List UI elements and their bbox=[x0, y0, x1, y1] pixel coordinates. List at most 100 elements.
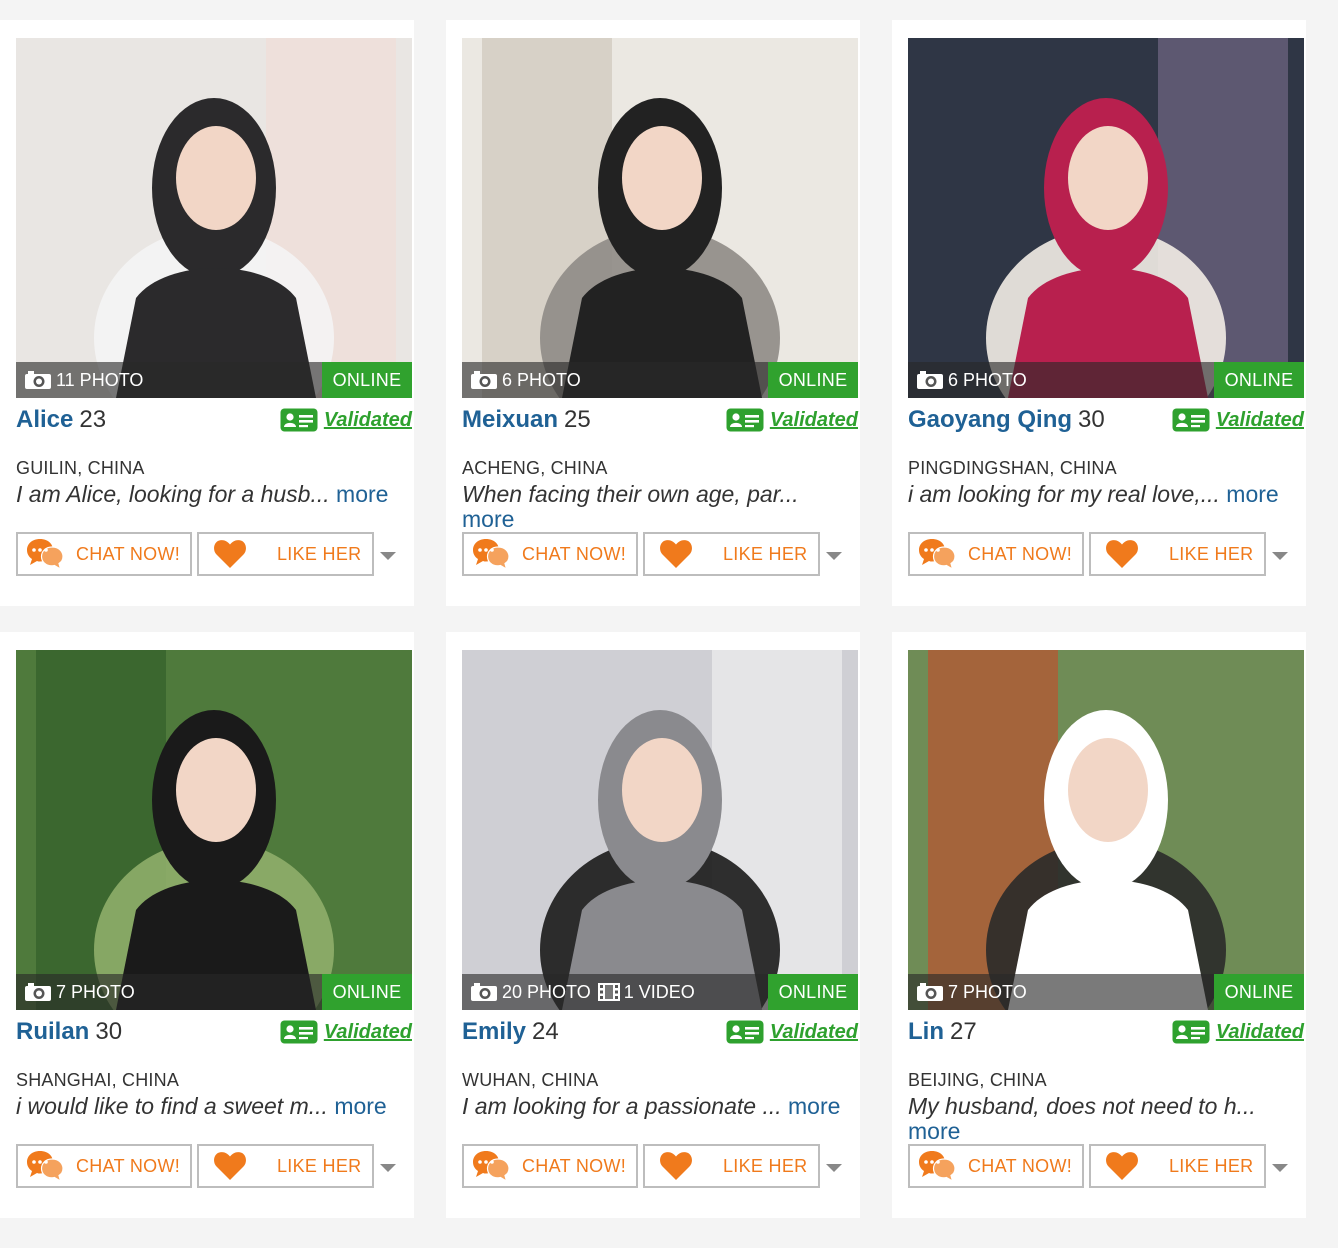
profile-name-link[interactable]: Gaoyang Qing bbox=[908, 406, 1072, 433]
caret-down-icon[interactable] bbox=[1272, 552, 1288, 560]
online-status-badge: ONLINE bbox=[1214, 974, 1304, 1010]
profile-description: When facing their own age, par... more bbox=[462, 482, 858, 532]
chat-now-button[interactable]: CHAT NOW! bbox=[16, 532, 192, 576]
description-text: I am Alice, looking for a husb... bbox=[16, 481, 330, 507]
profile-card: 11 PHOTO ONLINE Alice 23 Validated GUILI… bbox=[0, 20, 414, 606]
profile-photo-image[interactable] bbox=[462, 650, 858, 1010]
like-her-label: LIKE HER bbox=[723, 543, 808, 564]
more-link[interactable]: more bbox=[336, 481, 388, 507]
camera-icon bbox=[917, 983, 943, 1001]
chat-now-button[interactable]: CHAT NOW! bbox=[908, 1144, 1084, 1188]
like-her-button[interactable]: LIKE HER bbox=[643, 1144, 820, 1188]
profile-card: 6 PHOTO ONLINE Gaoyang Qing30 Validated bbox=[892, 20, 1306, 606]
profile-age: 25 bbox=[564, 406, 591, 433]
heart-icon bbox=[214, 540, 246, 568]
more-link[interactable]: more bbox=[908, 1119, 1304, 1144]
validated-text[interactable]: Validated bbox=[324, 409, 412, 432]
profile-location: BEIJING, CHINA bbox=[908, 1070, 1047, 1090]
caret-down-icon[interactable] bbox=[826, 1164, 842, 1172]
profile-photo[interactable]: 20 PHOTO 1 VIDEO ONLINE bbox=[462, 650, 858, 1010]
profile-name-link[interactable]: Meixuan bbox=[462, 406, 558, 433]
profile-description: i am looking for my real love,... more bbox=[908, 482, 1304, 507]
profile-photo-image[interactable] bbox=[16, 650, 412, 1010]
chat-now-button[interactable]: CHAT NOW! bbox=[462, 1144, 638, 1188]
caret-down-icon[interactable] bbox=[826, 552, 842, 560]
more-link[interactable]: more bbox=[1226, 481, 1278, 507]
like-her-button[interactable]: LIKE HER bbox=[197, 532, 374, 576]
validated-badge[interactable]: Validated bbox=[1172, 408, 1304, 432]
caret-down-icon[interactable] bbox=[380, 1164, 396, 1172]
like-her-button[interactable]: LIKE HER bbox=[197, 1144, 374, 1188]
validated-badge[interactable]: Validated bbox=[280, 408, 412, 432]
profile-name-link[interactable]: Emily bbox=[462, 1018, 526, 1045]
profile-photo[interactable]: 7 PHOTO ONLINE bbox=[908, 650, 1304, 1010]
profile-photo[interactable]: 6 PHOTO ONLINE bbox=[908, 38, 1304, 398]
online-status-badge: ONLINE bbox=[768, 362, 858, 398]
camera-icon bbox=[25, 371, 51, 389]
caret-down-icon[interactable] bbox=[380, 552, 396, 560]
profile-age: 30 bbox=[95, 1018, 123, 1045]
validated-text[interactable]: Validated bbox=[770, 1021, 858, 1044]
more-link[interactable]: more bbox=[462, 507, 858, 532]
validated-text[interactable]: Validated bbox=[1216, 1021, 1304, 1044]
camera-icon bbox=[471, 983, 497, 1001]
media-count: 6 PHOTO bbox=[470, 362, 581, 398]
like-her-button[interactable]: LIKE HER bbox=[1089, 532, 1266, 576]
photo-info-bar: 6 PHOTO ONLINE bbox=[908, 362, 1304, 398]
profile-name-link[interactable]: Lin bbox=[908, 1018, 944, 1045]
profile-location: GUILIN, CHINA bbox=[16, 458, 145, 478]
validated-badge[interactable]: Validated bbox=[726, 408, 858, 432]
profile-card: 7 PHOTO ONLINE Ruilan 30 Validated SHANG… bbox=[0, 632, 414, 1218]
name-row: Gaoyang Qing 30 Validated bbox=[908, 406, 1304, 436]
chat-bubble-icon bbox=[27, 539, 64, 571]
online-status-badge: ONLINE bbox=[1214, 362, 1304, 398]
validated-badge[interactable]: Validated bbox=[1172, 1020, 1304, 1044]
description-text: When facing their own age, par... bbox=[462, 481, 799, 507]
id-card-icon bbox=[280, 1020, 318, 1044]
id-card-icon bbox=[1172, 408, 1210, 432]
online-status-badge: ONLINE bbox=[768, 974, 858, 1010]
chat-now-label: CHAT NOW! bbox=[76, 543, 181, 564]
more-link[interactable]: more bbox=[788, 1093, 840, 1119]
chat-bubble-icon bbox=[27, 1151, 64, 1183]
media-count: 6 PHOTO bbox=[916, 362, 1027, 398]
validated-badge[interactable]: Validated bbox=[280, 1020, 412, 1044]
chat-now-button[interactable]: CHAT NOW! bbox=[16, 1144, 192, 1188]
profile-photo[interactable]: 7 PHOTO ONLINE bbox=[16, 650, 412, 1010]
chat-bubble-icon bbox=[473, 539, 510, 571]
profile-photo[interactable]: 11 PHOTO ONLINE bbox=[16, 38, 412, 398]
like-her-button[interactable]: LIKE HER bbox=[643, 532, 820, 576]
photo-info-bar: 20 PHOTO 1 VIDEO ONLINE bbox=[462, 974, 858, 1010]
photo-count: 20 PHOTO bbox=[502, 981, 591, 1002]
more-link[interactable]: more bbox=[334, 1093, 386, 1119]
like-her-label: LIKE HER bbox=[277, 1155, 362, 1176]
photo-info-bar: 6 PHOTO ONLINE bbox=[462, 362, 858, 398]
profile-photo-image[interactable] bbox=[462, 38, 858, 398]
online-status-badge: ONLINE bbox=[322, 362, 412, 398]
validated-text[interactable]: Validated bbox=[770, 409, 858, 432]
chat-now-button[interactable]: CHAT NOW! bbox=[908, 532, 1084, 576]
chat-bubble-icon bbox=[919, 539, 956, 571]
profile-age: 23 bbox=[79, 406, 107, 433]
profile-photo[interactable]: 6 PHOTO ONLINE bbox=[462, 38, 858, 398]
camera-icon bbox=[471, 371, 497, 389]
description-text: i would like to find a sweet m... bbox=[16, 1093, 328, 1119]
chat-now-button[interactable]: CHAT NOW! bbox=[462, 532, 638, 576]
photo-count: 11 PHOTO bbox=[56, 369, 144, 390]
like-her-button[interactable]: LIKE HER bbox=[1089, 1144, 1266, 1188]
validated-text[interactable]: Validated bbox=[1216, 409, 1304, 432]
profile-description: My husband, does not need to h... more bbox=[908, 1094, 1304, 1144]
media-count: 11 PHOTO bbox=[24, 362, 143, 398]
validated-text[interactable]: Validated bbox=[324, 1021, 412, 1044]
profile-photo-image[interactable] bbox=[908, 650, 1304, 1010]
profile-photo-image[interactable] bbox=[16, 38, 412, 398]
camera-icon bbox=[25, 983, 51, 1001]
validated-badge[interactable]: Validated bbox=[726, 1020, 858, 1044]
photo-count: 6 PHOTO bbox=[502, 369, 581, 390]
profile-name-link[interactable]: Ruilan bbox=[16, 1018, 89, 1045]
media-count: 7 PHOTO bbox=[24, 974, 135, 1010]
profile-photo-image[interactable] bbox=[908, 38, 1304, 398]
profile-card: 20 PHOTO 1 VIDEO ONLINE Emily 24 Validat… bbox=[446, 632, 860, 1218]
caret-down-icon[interactable] bbox=[1272, 1164, 1288, 1172]
profile-name-link[interactable]: Alice bbox=[16, 406, 73, 433]
